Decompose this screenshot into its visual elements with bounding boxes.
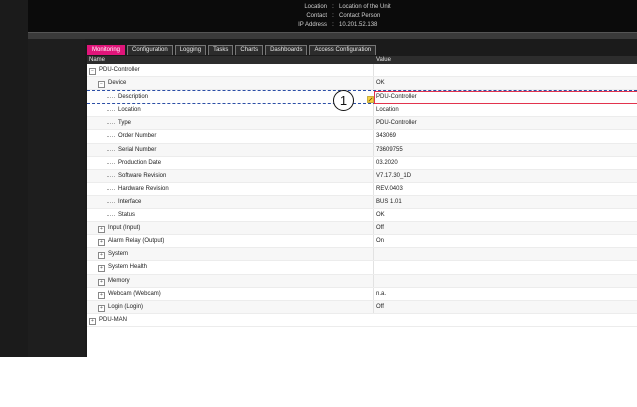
field-value: V7.17.30_1D (376, 172, 412, 179)
tree-row-field[interactable]: Serial Number 73609755 (87, 143, 637, 157)
tree-row-field[interactable]: Order Number 343069 (87, 130, 637, 144)
group-value: n.a. (376, 290, 387, 297)
device-value: OK (376, 80, 385, 87)
tree-row-device[interactable]: − Device OK (87, 77, 637, 91)
tab-logging[interactable]: Logging (174, 45, 207, 55)
field-value: PDU-Controller (376, 120, 417, 127)
group-value: Off (376, 303, 384, 310)
tree-row-group[interactable]: + System (87, 248, 637, 262)
field-value: 73609755 (376, 146, 403, 153)
ip-label: IP Address (298, 22, 327, 28)
tab-tasks[interactable]: Tasks (208, 45, 234, 55)
header-stripe (28, 32, 637, 39)
unit-info: Location : Location of the Unit Contact … (283, 3, 391, 30)
field-value: BUS 1.01 (376, 198, 402, 205)
expand-icon[interactable]: + (98, 239, 105, 247)
tree-row-group[interactable]: + Memory (87, 274, 637, 288)
tree-row-group[interactable]: + Login (Login) Off (87, 300, 637, 314)
expand-icon[interactable]: + (98, 304, 105, 312)
expand-icon[interactable]: + (98, 265, 105, 273)
tree-row-field[interactable]: Interface BUS 1.01 (87, 195, 637, 210)
collapse-icon[interactable]: − (98, 81, 105, 89)
field-label: Interface (118, 198, 142, 205)
field-label: Location (118, 107, 141, 114)
field-value: Location (376, 107, 399, 114)
field-value: 343069 (376, 133, 397, 140)
field-label: Production Date (118, 159, 162, 166)
group-value: On (376, 238, 385, 245)
tab-access-configuration[interactable]: Access Configuration (309, 45, 377, 55)
field-label: Description (118, 94, 149, 101)
field-label: Status (118, 212, 136, 219)
expand-icon[interactable]: + (98, 278, 105, 286)
expand-icon[interactable]: + (98, 291, 105, 299)
group-label: Webcam (Webcam) (108, 290, 161, 297)
tree-row-field[interactable]: Location Location (87, 104, 637, 118)
group-label: Memory (108, 277, 130, 284)
tree-row-field[interactable]: Production Date 03.2020 (87, 156, 637, 170)
expand-icon[interactable]: + (98, 226, 105, 234)
app-window: Location : Location of the Unit Contact … (0, 0, 637, 357)
expand-icon[interactable]: + (89, 317, 96, 325)
contact-value: Contact Person (339, 13, 381, 19)
pencil-icon[interactable] (367, 96, 374, 103)
field-value: REV.0403 (376, 185, 403, 192)
field-label: Type (118, 120, 132, 127)
tree-row-group[interactable]: + Input (Input) Off (87, 222, 637, 236)
tree-row-field[interactable]: Hardware Revision REV.0403 (87, 182, 637, 196)
tree-row-description[interactable]: Description PDU-Controller (87, 90, 637, 105)
group-label: System Health (108, 264, 148, 271)
location-label: Location (304, 4, 327, 10)
root-label: PDU-Controller (99, 67, 140, 73)
column-header: Name Value (87, 56, 637, 64)
tree-row-field[interactable]: Type PDU-Controller (87, 117, 637, 131)
field-label: Order Number (118, 133, 157, 140)
field-value: OK (376, 212, 385, 219)
group-label: Input (Input) (108, 225, 141, 232)
tree-row-second-root[interactable]: + PDU-MAN (87, 314, 637, 327)
field-label: Software Revision (118, 172, 167, 179)
tab-dashboards[interactable]: Dashboards (265, 45, 308, 55)
group-label: System (108, 251, 129, 258)
group-label: Alarm Relay (Output) (108, 238, 165, 245)
tree-row-field[interactable]: Software Revision V7.17.30_1D (87, 169, 637, 183)
left-pane (28, 39, 85, 357)
tree-row-root[interactable]: − PDU-Controller (87, 64, 637, 78)
device-label: Device (108, 80, 127, 87)
column-name-header: Name (89, 57, 106, 63)
group-value: Off (376, 225, 384, 232)
field-value: PDU-Controller (376, 94, 417, 101)
field-label: Serial Number (118, 146, 157, 153)
collapse-icon[interactable]: − (89, 68, 96, 75)
tree-row-group[interactable]: + Webcam (Webcam) n.a. (87, 287, 637, 301)
field-label: Hardware Revision (118, 185, 169, 192)
expand-icon[interactable]: + (98, 252, 105, 260)
tree-table: Name Value − PDU-Controller − Device OK De… (87, 56, 637, 357)
second-root-label: PDU-MAN (99, 316, 127, 323)
header-bar: Location : Location of the Unit Contact … (28, 0, 637, 39)
tab-monitoring[interactable]: Monitoring (87, 45, 126, 55)
callout-marker: 1 (333, 90, 354, 111)
field-value: 03.2020 (376, 159, 398, 166)
tree-row-group[interactable]: + Alarm Relay (Output) On (87, 235, 637, 249)
tree-row-group[interactable]: + System Health (87, 261, 637, 275)
tab-charts[interactable]: Charts (235, 45, 264, 55)
contact-label: Contact (306, 13, 327, 19)
group-label: Login (Login) (108, 303, 144, 310)
tree-row-field[interactable]: Status OK (87, 209, 637, 223)
tab-bar: Monitoring Configuration Logging Tasks C… (87, 45, 377, 55)
ip-value: 10.201.52.138 (339, 22, 378, 28)
location-value: Location of the Unit (339, 4, 391, 10)
tab-configuration[interactable]: Configuration (127, 45, 173, 55)
column-value-header: Value (376, 57, 391, 63)
